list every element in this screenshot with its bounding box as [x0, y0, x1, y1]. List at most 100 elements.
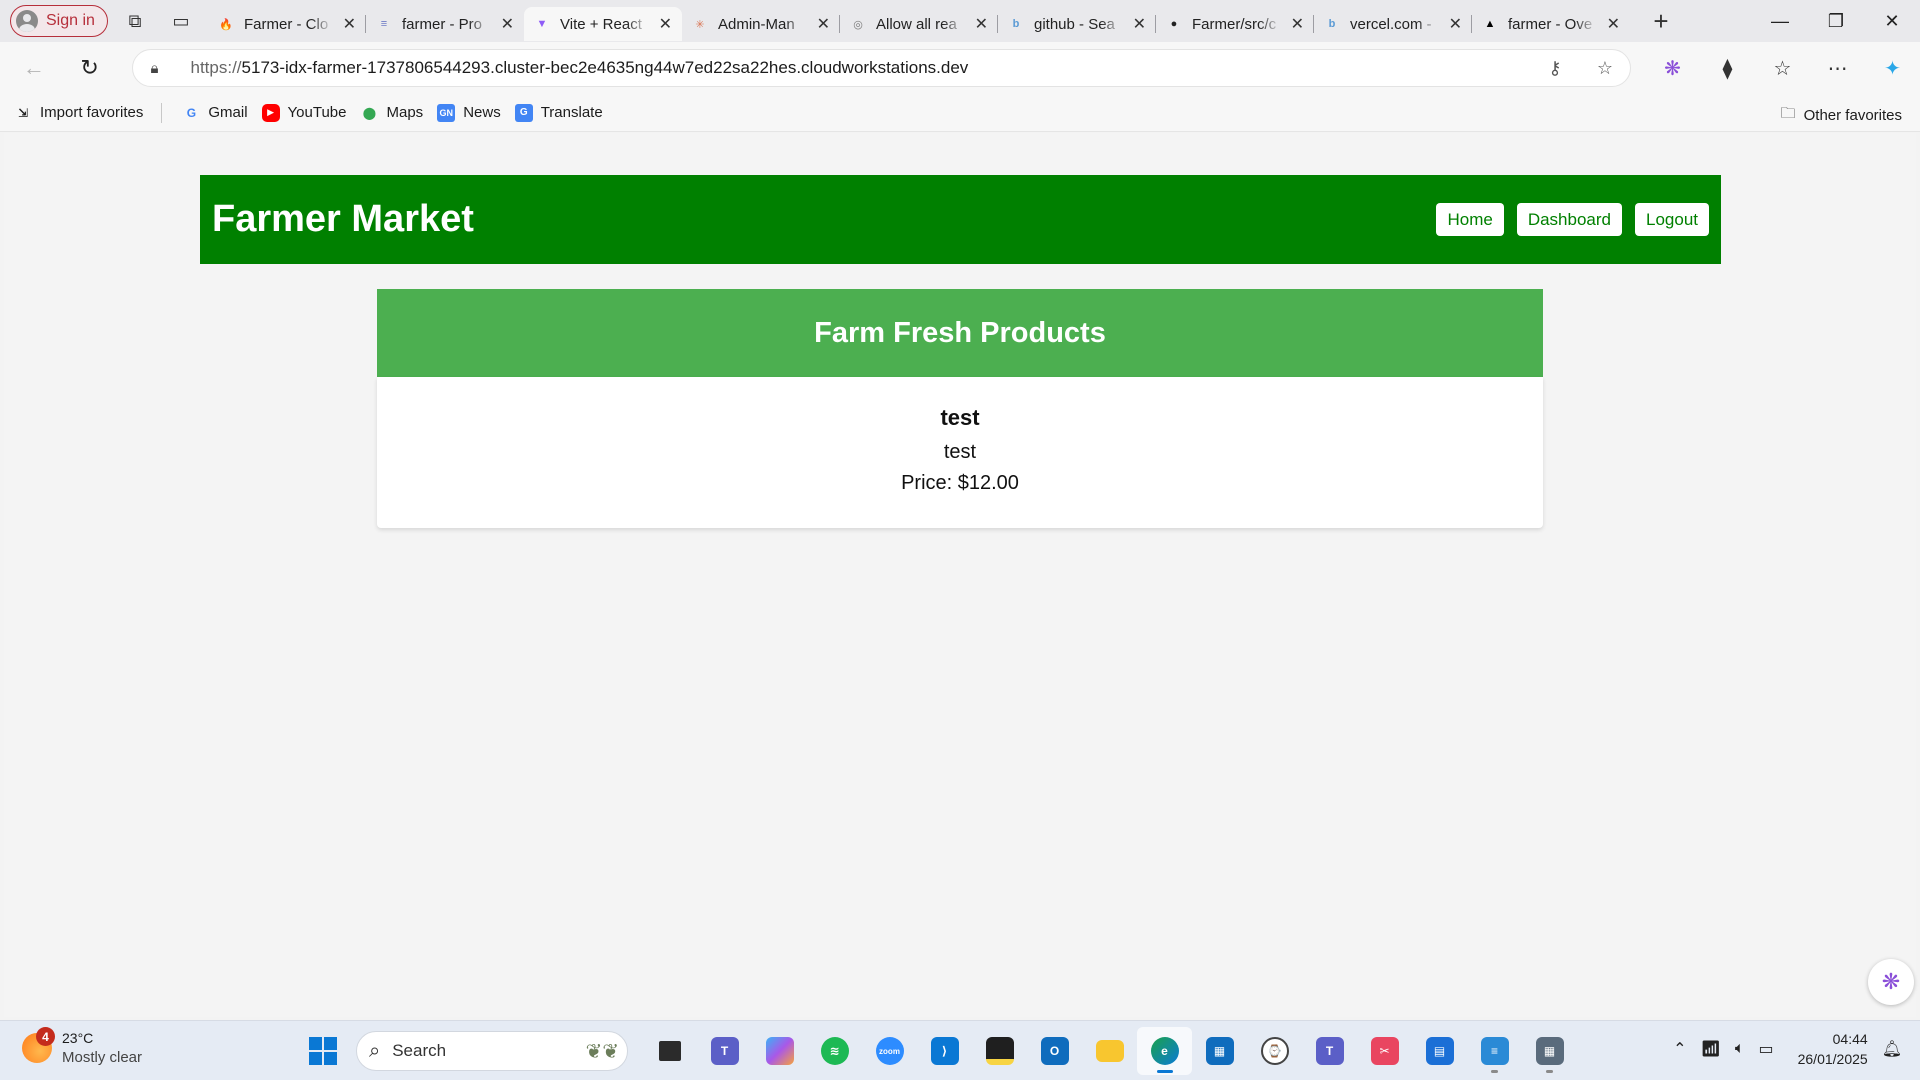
minimize-icon[interactable]: — [1752, 0, 1808, 42]
new-tab-icon[interactable]: + [1644, 6, 1678, 37]
url-text[interactable]: https://5173-idx-farmer-1737806544293.cl… [191, 58, 1531, 78]
maps-link[interactable]: ⬤ Maps [361, 104, 423, 122]
clock[interactable]: 04:44 26/01/2025 [1798, 1029, 1868, 1069]
lock-icon[interactable]: 🔒︎ [151, 60, 173, 77]
close-icon[interactable]: ✕ [1291, 14, 1304, 34]
close-icon[interactable]: ✕ [343, 14, 356, 34]
import-icon: ⇲ [17, 105, 29, 120]
calendar-icon[interactable]: ▤ [1412, 1027, 1467, 1075]
battery-icon[interactable]: ▭ [1758, 1039, 1773, 1059]
pinned-apps: T ≋ zoom ⟩ O e ▦ ⌚ T ✂ ▤ ≡ ▦ [642, 1027, 1577, 1075]
favorites-divider [161, 102, 163, 123]
calculator-icon[interactable]: ▦ [1522, 1027, 1577, 1075]
close-icon[interactable]: ✕ [659, 14, 672, 34]
restore-icon[interactable]: ❐ [1808, 0, 1864, 42]
back-arrow-icon[interactable]: ← [12, 50, 56, 86]
tab-2-active[interactable]: ▼ Vite + React ✕ [524, 7, 682, 41]
edge-icon[interactable]: e [1137, 1027, 1192, 1075]
folder-icon: 🗀 [1780, 105, 1796, 122]
taskbar-search[interactable]: ⌕ Search ❦❦ [356, 1031, 628, 1071]
wifi-icon[interactable]: 📶︎ [1701, 1039, 1721, 1059]
temperature: 23°C [62, 1030, 94, 1046]
tab-actions-icon[interactable]: ▭ [162, 5, 200, 37]
tab-6[interactable]: ● Farmer/src/c ✕ [1155, 7, 1314, 41]
tab-title: farmer - Ove [1508, 15, 1593, 33]
copilot-floating-button[interactable]: ❋ [1868, 959, 1914, 1005]
github-icon: ● [1170, 18, 1178, 30]
outlook-icon[interactable]: O [1027, 1027, 1082, 1075]
tab-7[interactable]: b vercel.com - ✕ [1313, 7, 1472, 41]
spotify-icon[interactable]: ≋ [807, 1027, 862, 1075]
zoom-icon[interactable]: zoom [862, 1027, 917, 1075]
logout-button[interactable]: Logout [1635, 203, 1709, 236]
tab-title: Admin-Man [718, 15, 795, 33]
translate-icon: G [514, 103, 533, 122]
favorite-star-icon[interactable]: ☆ [1580, 58, 1630, 79]
gmail-link[interactable]: G Gmail [182, 104, 248, 122]
password-key-icon[interactable]: ⚷ [1530, 58, 1580, 79]
toolbar-icons: ❋ ⧫ ☆ ⋯ ✦ [1645, 56, 1920, 81]
notification-bell-icon[interactable]: 🔔︎ [1882, 1039, 1902, 1059]
windows-start-icon[interactable] [300, 1028, 346, 1074]
translate-link[interactable]: G Translate [514, 103, 603, 122]
favorites-icon[interactable]: ☆ [1755, 56, 1810, 81]
site-title: Farmer Market [212, 198, 474, 240]
import-favorites-link[interactable]: ⇲ Import favorites [14, 104, 143, 122]
sign-in-label: Sign in [46, 12, 95, 29]
teams-icon[interactable]: T [1302, 1027, 1357, 1075]
system-tray: ⌃ 📶︎ 🔈︎ ▭ 04:44 26/01/2025 🔔︎ [1673, 1029, 1902, 1069]
weather-sun-icon: 4 [22, 1027, 55, 1063]
tab-title: github - Sea [1034, 15, 1115, 33]
window-controls: — ❐ ✕ [1752, 0, 1920, 42]
teams-icon[interactable]: T [697, 1027, 752, 1075]
youtube-link[interactable]: ▶ YouTube [261, 103, 347, 122]
copilot-brain-icon[interactable]: ❋ [1645, 56, 1700, 81]
more-menu-icon[interactable]: ⋯ [1810, 56, 1865, 81]
weather-widget[interactable]: 4 23°C Mostly clear [22, 1027, 142, 1067]
task-view-icon[interactable] [642, 1027, 697, 1075]
microsoft-store-icon[interactable]: ▦ [1192, 1027, 1247, 1075]
favorites-bar: ⇲ Import favorites G Gmail ▶ YouTube ⬤ Maps … [0, 94, 1920, 132]
tab-title: farmer - Pro [402, 15, 483, 33]
home-button[interactable]: Home [1436, 203, 1504, 236]
taskbar-center: ⌕ Search ❦❦ T ≋ zoom ⟩ O e ▦ ⌚ T ✂ ▤ ≡ ▦ [300, 1027, 1577, 1075]
tab-1[interactable]: ≡ farmer - Pro ✕ [365, 7, 524, 41]
sign-in-button[interactable]: Sign in [10, 5, 108, 37]
vite-icon: ▼ [536, 18, 548, 30]
products-heading: Farm Fresh Products [377, 289, 1543, 377]
browser-toolbar: ← ↻ 🔒︎ https://5173-idx-farmer-173780654… [0, 42, 1920, 94]
extensions-icon[interactable]: ⧫ [1700, 56, 1755, 81]
tab-0[interactable]: 🔥 Farmer - Clo ✕ [208, 7, 366, 41]
close-icon[interactable]: ✕ [817, 14, 830, 34]
tab-3[interactable]: ✳ Admin-Man ✕ [682, 7, 840, 41]
news-link[interactable]: GN News [437, 103, 501, 122]
vscode-icon[interactable]: ⟩ [917, 1027, 972, 1075]
other-favorites-folder[interactable]: 🗀 Other favorites [1781, 103, 1902, 128]
close-icon[interactable]: ✕ [1607, 14, 1620, 34]
tab-4[interactable]: ◎ Allow all rea ✕ [839, 7, 998, 41]
copilot-app-icon[interactable] [752, 1027, 807, 1075]
dashboard-button[interactable]: Dashboard [1516, 203, 1622, 236]
tab-8[interactable]: ▲ farmer - Ove ✕ [1471, 7, 1630, 41]
close-icon[interactable]: ✕ [1133, 14, 1146, 34]
profile-avatar-icon [16, 10, 38, 32]
close-icon[interactable]: ✕ [975, 14, 988, 34]
search-highlight-icon: ❦❦ [585, 1040, 619, 1063]
close-icon[interactable]: ✕ [501, 14, 514, 34]
file-explorer-icon[interactable] [1082, 1027, 1137, 1075]
clock-app-icon[interactable]: ⌚ [1247, 1027, 1302, 1075]
product-card: test test Price: $12.00 [377, 377, 1543, 528]
site-nav: Home Dashboard Logout [1436, 203, 1709, 236]
snipping-tool-icon[interactable]: ✂ [1357, 1027, 1412, 1075]
volume-icon[interactable]: 🔈︎ [1735, 1040, 1745, 1058]
sticky-notes-icon[interactable] [972, 1027, 1027, 1075]
notepad-icon[interactable]: ≡ [1467, 1027, 1522, 1075]
copilot-icon[interactable]: ✦ [1865, 56, 1920, 81]
refresh-icon[interactable]: ↻ [68, 50, 112, 86]
address-bar[interactable]: 🔒︎ https://5173-idx-farmer-1737806544293… [131, 49, 1631, 87]
tab-5[interactable]: b github - Sea ✕ [997, 7, 1156, 41]
close-icon[interactable]: ✕ [1449, 14, 1462, 34]
close-window-icon[interactable]: ✕ [1864, 0, 1920, 42]
chevron-up-icon[interactable]: ⌃ [1673, 1039, 1686, 1059]
workspaces-icon[interactable]: ⧉ [116, 5, 154, 37]
